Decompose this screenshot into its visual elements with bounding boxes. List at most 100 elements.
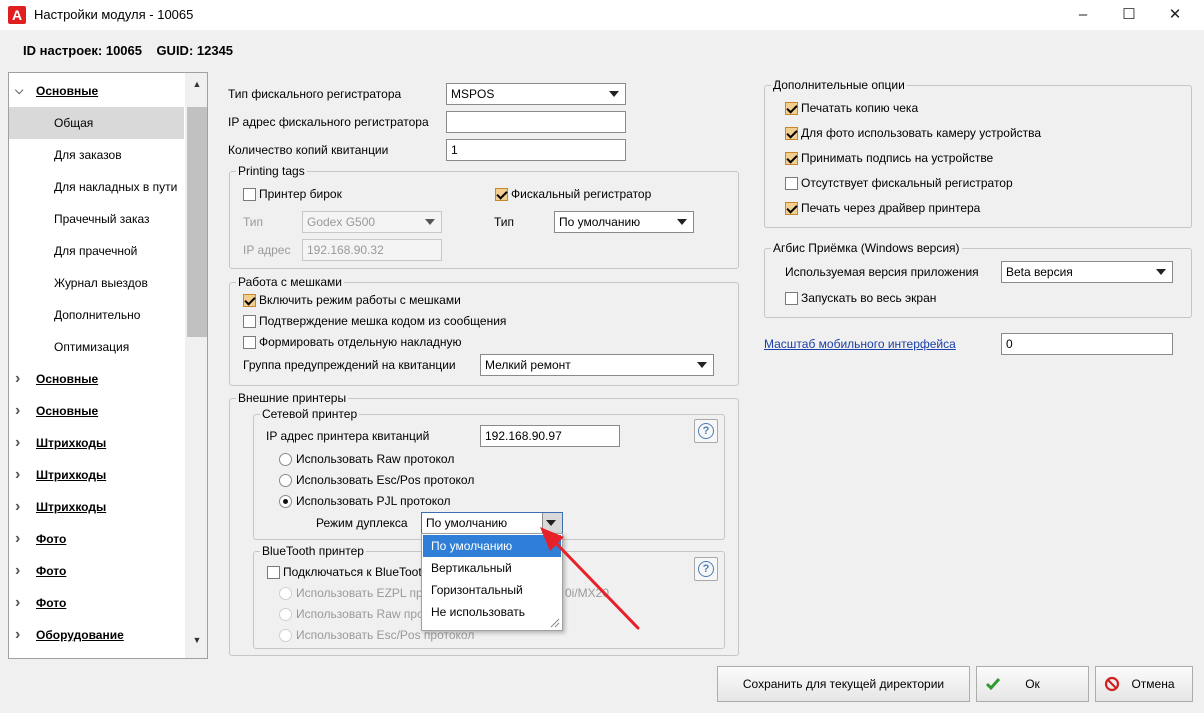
printer-driver-checkbox[interactable] xyxy=(785,202,798,215)
bt-raw-protocol-radio xyxy=(279,608,292,621)
warn-group-select[interactable]: Мелкий ремонт xyxy=(480,354,714,376)
warn-group-label: Группа предупреждений на квитанции xyxy=(243,358,456,372)
scroll-down-icon[interactable]: ▼ xyxy=(189,635,205,649)
agbis-group: Агбис Приёмка (Windows версия) xyxy=(764,241,1192,318)
nav-group-item[interactable]: › Фото xyxy=(9,555,184,587)
chevron-right-icon[interactable]: › xyxy=(15,459,20,491)
close-button[interactable]: ✕ xyxy=(1152,0,1198,30)
separate-invoice-label: Формировать отдельную накладную xyxy=(259,335,462,349)
nav-group-item[interactable]: › Оборудование xyxy=(9,619,184,651)
escpos-protocol-radio[interactable] xyxy=(279,474,292,487)
ezpl-protocol-radio xyxy=(279,587,292,600)
mobile-scale-input[interactable]: 0 xyxy=(1001,333,1173,355)
chevron-right-icon[interactable]: › xyxy=(15,491,20,523)
nav-group-item[interactable]: › Штрихкоды xyxy=(9,491,184,523)
nav-sub-item[interactable]: Для прачечной xyxy=(9,235,184,267)
fiscal-type-label: Тип фискального регистратора xyxy=(228,87,402,101)
chevron-down-icon xyxy=(697,362,707,368)
maximize-button[interactable]: ☐ xyxy=(1106,0,1152,30)
checkmark-icon xyxy=(985,678,1001,691)
nav-sub-item[interactable]: Для накладных в пути xyxy=(9,171,184,203)
save-for-directory-label: Сохранить для текущей директории xyxy=(742,677,945,691)
raw-protocol-radio[interactable] xyxy=(279,453,292,466)
bags-title: Работа с мешками xyxy=(236,275,344,289)
pjl-protocol-radio[interactable] xyxy=(279,495,292,508)
fiscal-tag-type-value: По умолчанию xyxy=(559,215,641,229)
network-help-button[interactable]: ? xyxy=(694,419,718,443)
separate-invoice-checkbox[interactable] xyxy=(243,336,256,349)
chevron-right-icon[interactable]: › xyxy=(15,427,20,459)
tag-printer-checkbox[interactable] xyxy=(243,188,256,201)
tag-type-select: Godex G500 xyxy=(302,211,442,233)
nav-sub-item[interactable]: Дополнительно xyxy=(9,299,184,331)
nav-group-item[interactable]: › Фото xyxy=(9,587,184,619)
nav-item-label: Для заказов xyxy=(54,148,122,162)
scroll-up-icon[interactable]: ▲ xyxy=(189,79,205,93)
cancel-button[interactable]: Отмена xyxy=(1095,666,1193,702)
fullscreen-checkbox[interactable] xyxy=(785,292,798,305)
chevron-right-icon[interactable]: › xyxy=(15,523,20,555)
fiscal-tag-type-label: Тип xyxy=(494,215,515,229)
nav-item-label: Дополнительно xyxy=(54,308,141,322)
chevron-right-icon[interactable]: › xyxy=(15,555,20,587)
nav-group-item[interactable]: › Основные xyxy=(9,395,184,427)
nav-sub-item[interactable]: Журнал выездов xyxy=(9,267,184,299)
printing-tags-title: Printing tags xyxy=(236,164,307,178)
chevron-down-icon xyxy=(609,91,619,97)
nav-item-label: Общая xyxy=(54,116,94,130)
confirm-bag-label: Подтверждение мешка кодом из сообщения xyxy=(259,314,507,328)
nav-group-item[interactable]: › Фото xyxy=(9,523,184,555)
device-camera-checkbox[interactable] xyxy=(785,127,798,140)
save-for-directory-button[interactable]: Сохранить для текущей директории xyxy=(717,666,970,702)
nav-group-item[interactable]: ⌵ Основные xyxy=(9,75,184,107)
nav-sub-item[interactable]: Для заказов xyxy=(9,139,184,171)
app-version-select[interactable]: Beta версия xyxy=(1001,261,1173,283)
scrollbar-thumb[interactable] xyxy=(187,107,207,337)
tag-type-label: Тип xyxy=(243,215,264,229)
nav-item-label: Прачечный заказ xyxy=(54,212,150,226)
bluetooth-connect-checkbox[interactable] xyxy=(267,566,280,579)
cancel-icon xyxy=(1104,676,1120,692)
nav-sub-item[interactable]: Оптимизация xyxy=(9,331,184,363)
nav-sub-item[interactable]: Прачечный заказ xyxy=(9,203,184,235)
nav-group-item[interactable]: › Штрихкоды xyxy=(9,459,184,491)
enable-bags-checkbox[interactable] xyxy=(243,294,256,307)
ok-button[interactable]: Ок xyxy=(976,666,1089,702)
device-signature-checkbox[interactable] xyxy=(785,152,798,165)
fiscal-tag-type-select[interactable]: По умолчанию xyxy=(554,211,694,233)
chevron-down-icon[interactable]: ⌵ xyxy=(15,75,23,107)
chevron-right-icon[interactable]: › xyxy=(15,619,20,651)
nav-sub-item[interactable]: Общая xyxy=(9,107,184,139)
nav-group-item[interactable]: › Основные xyxy=(9,363,184,395)
escpos-protocol-label: Использовать Esc/Pos протокол xyxy=(296,473,475,487)
fiscal-tag-checkbox[interactable] xyxy=(495,188,508,201)
confirm-bag-checkbox[interactable] xyxy=(243,315,256,328)
chevron-down-icon xyxy=(1156,269,1166,275)
chevron-right-icon[interactable]: › xyxy=(15,363,20,395)
fiscal-ip-input[interactable] xyxy=(446,111,626,133)
printer-driver-label: Печать через драйвер принтера xyxy=(801,201,981,215)
mobile-scale-link[interactable]: Масштаб мобильного интерфейса xyxy=(764,337,956,351)
raw-protocol-label: Использовать Raw протокол xyxy=(296,452,455,466)
chevron-right-icon[interactable]: › xyxy=(15,395,20,427)
chevron-right-icon[interactable]: › xyxy=(15,587,20,619)
receipt-printer-ip-input[interactable]: 192.168.90.97 xyxy=(480,425,620,447)
no-fiscal-label: Отсутствует фискальный регистратор xyxy=(801,176,1013,190)
bluetooth-help-button[interactable]: ? xyxy=(694,557,718,581)
fiscal-tag-label: Фискальный регистратор xyxy=(511,187,652,201)
receipt-copies-input[interactable]: 1 xyxy=(446,139,626,161)
device-signature-label: Принимать подпись на устройстве xyxy=(801,151,994,165)
fiscal-ip-label: IP адрес фискального регистратора xyxy=(228,115,429,129)
minimize-button[interactable]: – xyxy=(1060,0,1106,30)
print-receipt-copy-checkbox[interactable] xyxy=(785,102,798,115)
nav-group-item[interactable]: › Штрихкоды xyxy=(9,427,184,459)
nav-item-label: Основные xyxy=(36,372,99,386)
app-logo-icon: A xyxy=(8,6,26,24)
bluetooth-connect-label: Подключаться к BlueToot xyxy=(283,565,422,579)
tag-type-value: Godex G500 xyxy=(307,215,376,229)
fiscal-type-select[interactable]: MSPOS xyxy=(446,83,626,105)
app-version-value: Beta версия xyxy=(1006,265,1073,279)
enable-bags-label: Включить режим работы с мешками xyxy=(259,293,461,307)
no-fiscal-checkbox[interactable] xyxy=(785,177,798,190)
nav-scrollbar[interactable]: ▲ ▼ xyxy=(185,73,207,658)
